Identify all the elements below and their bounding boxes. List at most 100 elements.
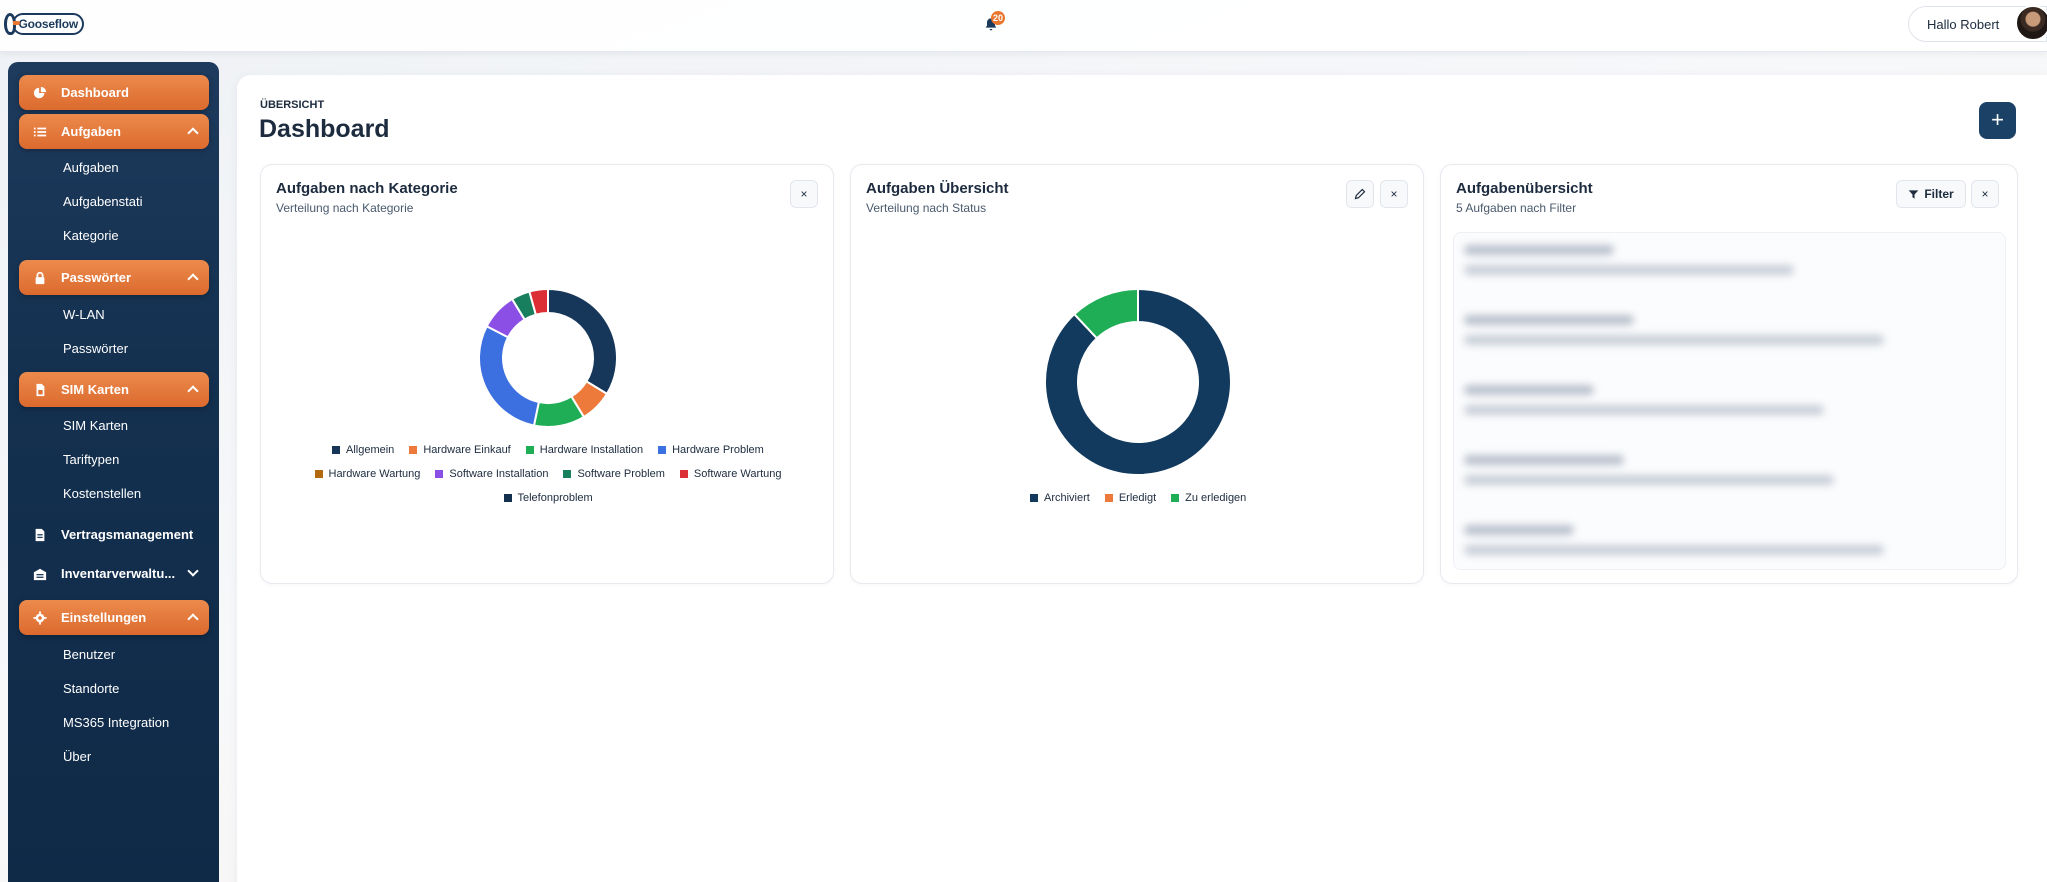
legend-item-hardware-wartung[interactable]: Hardware Wartung — [314, 468, 420, 480]
chevron-up-icon — [187, 613, 199, 625]
legend-item-telefonproblem[interactable]: Telefonproblem — [503, 492, 593, 504]
sidebar-item-vertragsmanagement[interactable]: Vertragsmanagement — [19, 517, 209, 552]
page-overline: ÜBERSICHT — [260, 99, 325, 111]
chevron-up-icon — [187, 273, 199, 285]
legend-item-hardware-problem[interactable]: Hardware Problem — [658, 444, 764, 456]
list-item[interactable] — [1464, 311, 1984, 355]
legend-label: Erledigt — [1118, 492, 1157, 504]
sidebar-subitem-aufgaben[interactable]: Aufgaben — [63, 160, 119, 175]
legend-label: Allgemein — [346, 444, 395, 456]
donut-slice-hardware-problem[interactable] — [478, 324, 541, 427]
legend-item-allgemein[interactable]: Allgemein — [332, 444, 394, 456]
legend-swatch — [658, 446, 667, 454]
category-donut-chart — [478, 287, 618, 428]
sidebar-item-label: Aufgaben — [61, 124, 121, 139]
sidebar-subitem-passwoerter[interactable]: Passwörter — [63, 341, 128, 356]
sidebar-item-label: Dashboard — [61, 85, 129, 100]
legend-swatch — [525, 446, 534, 454]
warehouse-icon — [33, 568, 47, 580]
pie-chart-icon — [33, 86, 47, 98]
legend-row: Allgemein Hardware Einkauf Hardware Instal… — [332, 444, 764, 456]
legend-swatch — [1104, 494, 1113, 502]
sidebar-subitem-benutzer[interactable]: Benutzer — [63, 647, 115, 662]
user-greeting: Hallo Robert — [1927, 16, 2000, 32]
sidebar-item-dashboard[interactable]: Dashboard — [19, 75, 209, 110]
legend-swatch — [435, 470, 444, 478]
sidebar-item-label: Passwörter — [61, 270, 132, 285]
add-widget-button[interactable]: + — [1979, 102, 2016, 139]
sidebar-subitem-standorte[interactable]: Standorte — [63, 681, 119, 696]
legend-item-hardware-installation[interactable]: Hardware Installation — [525, 444, 643, 456]
legend-swatch — [314, 470, 323, 478]
sidebar-subitem-tariftypen[interactable]: Tariftypen — [63, 452, 119, 467]
legend-label: Software Problem — [577, 468, 665, 480]
filter-button[interactable]: Filter — [1896, 180, 1966, 208]
status-donut-chart — [1044, 287, 1232, 476]
sidebar-subitem-kostenstellen[interactable]: Kostenstellen — [63, 486, 141, 501]
chevron-down-icon — [187, 565, 199, 577]
sidebar-item-passwoerter[interactable]: Passwörter — [19, 260, 209, 295]
goose-logo-icon — [4, 13, 22, 35]
close-card-button[interactable]: × — [1971, 180, 1999, 208]
sidebar-subitem-sim-karten[interactable]: SIM Karten — [63, 418, 128, 433]
filter-icon — [1909, 189, 1919, 199]
status-chart-card: Aufgaben Übersicht Verteilung nach Statu… — [850, 164, 1424, 584]
sidebar: Dashboard Aufgaben Aufgaben Aufgabenstat… — [8, 62, 219, 882]
list-item[interactable] — [1464, 241, 1984, 285]
legend-label: Hardware Einkauf — [423, 444, 511, 456]
chevron-up-icon — [187, 127, 199, 139]
legend-item-software-installation[interactable]: Software Installation — [435, 468, 548, 480]
sidebar-subitem-kategorie[interactable]: Kategorie — [63, 228, 119, 243]
card-subtitle: 5 Aufgaben nach Filter — [1456, 201, 1577, 215]
list-item[interactable] — [1464, 521, 1984, 565]
legend-item-software-wartung[interactable]: Software Wartung — [679, 468, 782, 480]
page-title: Dashboard — [259, 115, 390, 143]
card-title: Aufgabenübersicht — [1456, 180, 1593, 197]
legend-swatch — [1171, 494, 1180, 502]
main-panel: ÜBERSICHT Dashboard + Aufgaben nach Kate… — [237, 75, 2047, 882]
legend-item-erledigt[interactable]: Erledigt — [1104, 492, 1157, 504]
legend-swatch — [409, 446, 418, 454]
sidebar-subitem-ueber[interactable]: Über — [63, 749, 91, 764]
legend-label: Hardware Problem — [672, 444, 764, 456]
sidebar-item-einstellungen[interactable]: Einstellungen — [19, 600, 209, 635]
legend-swatch — [503, 494, 512, 502]
list-item[interactable] — [1464, 451, 1984, 495]
document-icon — [35, 528, 45, 541]
list-icon — [33, 127, 47, 136]
notification-bell[interactable]: 20 — [983, 11, 1006, 32]
task-list-card: Aufgabenübersicht 5 Aufgaben nach Filter… — [1440, 164, 2018, 584]
sidebar-item-label: Einstellungen — [61, 610, 147, 625]
legend-item-zu-erledigen[interactable]: Zu erledigen — [1171, 492, 1246, 504]
list-item[interactable] — [1464, 381, 1984, 425]
legend-item-archiviert[interactable]: Archiviert — [1030, 492, 1090, 504]
legend-item-software-problem[interactable]: Software Problem — [563, 468, 665, 480]
legend-swatch — [332, 446, 340, 454]
sidebar-item-aufgaben[interactable]: Aufgaben — [19, 114, 209, 149]
notification-count-badge: 20 — [991, 11, 1006, 25]
logo-text: Gooseflow — [12, 13, 84, 35]
top-bar: Gooseflow 20 Hallo Robert — [0, 0, 2047, 52]
gear-icon — [33, 610, 47, 625]
sidebar-subitem-ms365-integration[interactable]: MS365 Integration — [63, 715, 169, 730]
legend-item-hardware-einkauf[interactable]: Hardware Einkauf — [409, 444, 511, 456]
category-chart-card: Aufgaben nach Kategorie Verteilung nach … — [260, 164, 834, 584]
avatar[interactable] — [2015, 5, 2047, 41]
lock-icon — [35, 271, 45, 284]
chevron-up-icon — [187, 385, 199, 397]
sidebar-subitem-wlan[interactable]: W-LAN — [63, 307, 105, 322]
sidebar-item-sim-karten[interactable]: SIM Karten — [19, 372, 209, 407]
legend-swatch — [563, 470, 572, 478]
legend-row: Archiviert Erledigt Zu erledigen — [1030, 492, 1246, 504]
donut-slice-allgemein[interactable] — [547, 287, 618, 396]
sidebar-subitem-aufgabenstati[interactable]: Aufgabenstati — [63, 194, 143, 209]
legend-swatch — [679, 470, 688, 478]
legend-row: Hardware Wartung Software Installation Sof… — [314, 468, 782, 480]
sim-card-icon — [36, 383, 45, 396]
legend-label: Zu erledigen — [1185, 492, 1247, 504]
filter-button-label: Filter — [1924, 187, 1954, 201]
legend-label: Software Wartung — [693, 468, 782, 480]
app-logo[interactable]: Gooseflow — [4, 4, 84, 44]
sidebar-item-inventarverwaltung[interactable]: Inventarverwaltu... — [19, 556, 209, 591]
legend-label: Archiviert — [1044, 492, 1090, 504]
